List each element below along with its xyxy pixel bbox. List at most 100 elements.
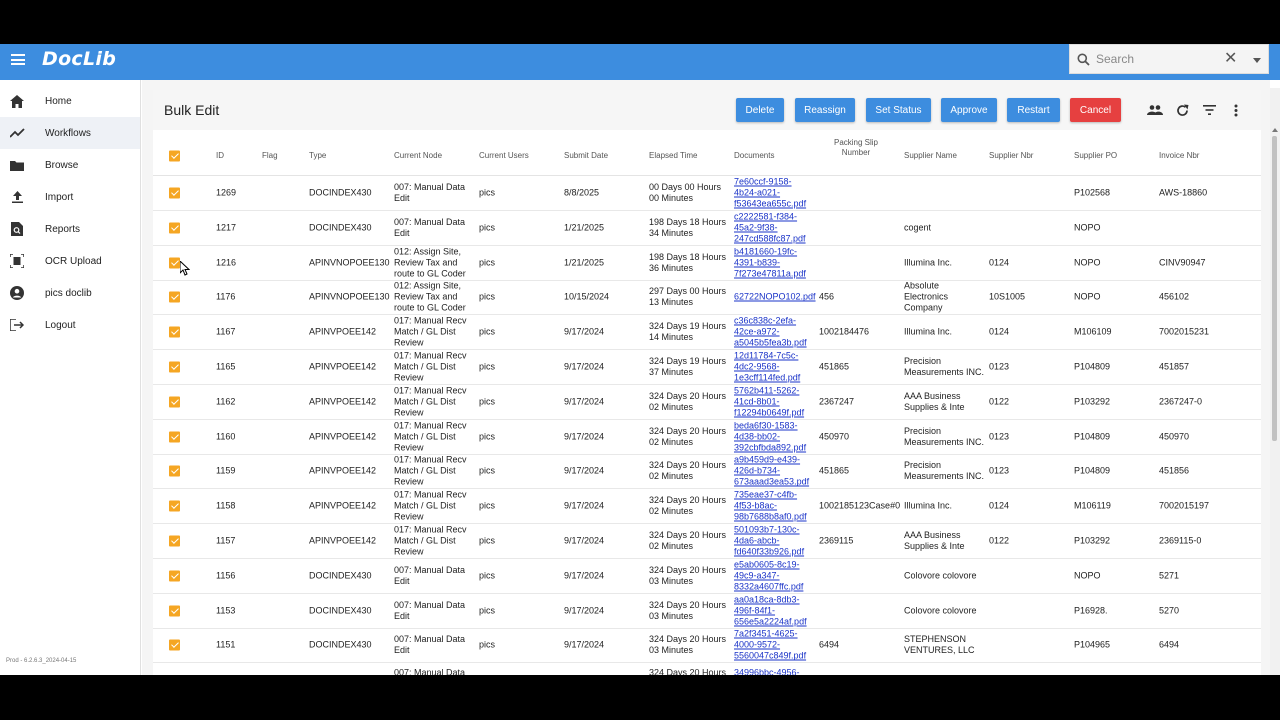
cell-line[interactable]: aa0a18ca-8db3- <box>734 594 807 605</box>
sidebar-item-logout[interactable]: Logout <box>0 309 140 341</box>
row-checkbox[interactable] <box>169 257 180 269</box>
row-checkbox[interactable] <box>169 570 180 582</box>
cell-doc[interactable]: 7a2f3451-4625- 4000-9572- 5560047c849f.pdf <box>734 629 806 662</box>
column-header[interactable]: Packing Slip Number <box>826 138 886 158</box>
cell-doc[interactable]: 12d11784-7c5c- 4dc2-9568- 1e3cff114fed.pdf <box>734 351 800 384</box>
document-link[interactable]: 501093b7-130c- 4da6-abcb-fd640f33b926.pdf <box>734 525 804 558</box>
cell-line[interactable]: 41cd-8b01- <box>734 396 804 407</box>
table-row[interactable]: 007: Manual Data 324 Days 20 Hours 34996bb… <box>153 663 1261 675</box>
document-link[interactable]: 7e60ccf-9158- 4b24-a021- f53643ea655c.pdf <box>734 177 806 210</box>
table-row[interactable]: 1157 APINVPOEE142 017: Manual Recv Match / … <box>153 524 1261 559</box>
row-checkbox[interactable] <box>169 605 180 617</box>
cancel-button[interactable]: Cancel <box>1070 98 1121 122</box>
refresh-icon[interactable] <box>1174 102 1190 118</box>
table-row[interactable]: 1269 DOCINDEX430 007: Manual Data Edit pics 8… <box>153 176 1261 211</box>
column-header[interactable]: Supplier Nbr <box>989 151 1033 160</box>
cell-line[interactable]: a9b459d9-e439- <box>734 455 809 466</box>
cell-line[interactable]: 45a2-9f38- <box>734 222 806 233</box>
sidebar-item-import[interactable]: Import <box>0 181 140 213</box>
document-link[interactable]: c36c838c-2efa- 42ce-a972- a5045b5fea3b.pdf <box>734 316 807 349</box>
cell-line[interactable]: f12294b0649f.pdf <box>734 407 804 418</box>
cell-line[interactable]: 392cbfbda892.pdf <box>734 442 806 453</box>
row-checkbox[interactable] <box>169 291 180 303</box>
row-checkbox[interactable] <box>169 396 180 408</box>
cell-line[interactable]: a5045b5fea3b.pdf <box>734 338 807 349</box>
search-box[interactable]: ✕ <box>1069 44 1269 74</box>
document-link[interactable]: beda6f30-1583- 4d38-bb02- 392cbfbda892.pdf <box>734 420 806 453</box>
document-link[interactable]: 12d11784-7c5c- 4dc2-9568- 1e3cff114fed.pdf <box>734 351 800 384</box>
column-header[interactable]: Documents <box>734 151 774 160</box>
select-all-checkbox[interactable] <box>169 150 180 162</box>
row-checkbox[interactable] <box>169 465 180 477</box>
sidebar-item-reports[interactable]: Reports <box>0 213 140 245</box>
cell-doc[interactable]: c2222581-f384- 45a2-9f38- 247cd588fc87.pdf <box>734 211 806 244</box>
cell-line[interactable]: 4391-b839- <box>734 257 806 268</box>
column-header[interactable]: Supplier Name <box>904 151 957 160</box>
cell-line[interactable]: 426d-b734- <box>734 466 809 477</box>
cell-doc[interactable]: c36c838c-2efa- 42ce-a972- a5045b5fea3b.pdf <box>734 316 807 349</box>
row-checkbox[interactable] <box>169 639 180 651</box>
search-dropdown-icon[interactable] <box>1253 58 1261 63</box>
column-header[interactable]: Submit Date <box>564 151 608 160</box>
cell-line[interactable]: 49c9-a347- <box>734 570 803 581</box>
cell-line[interactable]: c36c838c-2efa- <box>734 316 807 327</box>
set-status-button[interactable]: Set Status <box>866 98 931 122</box>
column-header[interactable]: Current Users <box>479 151 529 160</box>
sidebar-item-workflows[interactable]: Workflows <box>0 117 140 149</box>
cell-line[interactable]: beda6f30-1583- <box>734 420 806 431</box>
cell-line[interactable]: 5560047c849f.pdf <box>734 651 806 662</box>
column-header[interactable]: Elapsed Time <box>649 151 697 160</box>
delete-button[interactable]: Delete <box>736 98 784 122</box>
document-link[interactable]: 62722NOPO102.pdf <box>734 292 816 303</box>
sidebar-item-browse[interactable]: Browse <box>0 149 140 181</box>
cell-doc[interactable]: b4181660-19fc- 4391-b839- 7f273e47811a.pdf <box>734 246 806 279</box>
sidebar-item-account[interactable]: pics doclib <box>0 277 140 309</box>
table-row[interactable]: 1162 APINVPOEE142 017: Manual Recv Match / … <box>153 385 1261 420</box>
row-checkbox[interactable] <box>169 326 180 338</box>
cell-line[interactable]: c2222581-f384- <box>734 211 806 222</box>
column-header[interactable]: Invoice Nbr <box>1159 151 1199 160</box>
row-checkbox[interactable] <box>169 187 180 199</box>
document-link[interactable]: 34996bbc-4956- <box>734 667 800 675</box>
column-header[interactable]: Type <box>309 151 326 160</box>
cell-line[interactable]: 656e5a2224af.pdf <box>734 616 807 627</box>
row-checkbox[interactable] <box>169 361 180 373</box>
filter-icon[interactable] <box>1201 102 1217 118</box>
cell-doc[interactable]: aa0a18ca-8db3- 496f-84f1- 656e5a2224af.pdf <box>734 594 807 627</box>
cell-doc[interactable]: 34996bbc-4956- <box>734 667 800 675</box>
cell-line[interactable]: 4000-9572- <box>734 640 806 651</box>
cell-line[interactable]: e5ab0605-8c19- <box>734 559 803 570</box>
cell-line[interactable]: 62722NOPO102.pdf <box>734 292 816 303</box>
table-row[interactable]: 1216 APINVNOPOEE130 012: Assign Site, Revie… <box>153 246 1261 281</box>
document-link[interactable]: a9b459d9-e439- 426d-b734- 673aaad3ea53.pdf <box>734 455 809 488</box>
cell-line[interactable]: 8332a4607ffc.pdf <box>734 581 803 592</box>
approve-button[interactable]: Approve <box>941 98 997 122</box>
cell-line[interactable]: 4b24-a021- <box>734 188 806 199</box>
table-row[interactable]: 1160 APINVPOEE142 017: Manual Recv Match / … <box>153 420 1261 455</box>
cell-line[interactable]: 42ce-a972- <box>734 327 807 338</box>
cell-line[interactable]: b4181660-19fc- <box>734 246 806 257</box>
row-checkbox[interactable] <box>169 222 180 234</box>
cell-line[interactable]: 247cd588fc87.pdf <box>734 233 806 244</box>
cell-line[interactable]: 1e3cff114fed.pdf <box>734 373 800 384</box>
vertical-scrollbar[interactable] <box>1270 88 1280 675</box>
cell-doc[interactable]: 5762b411-5262- 41cd-8b01- f12294b0649f.pdf <box>734 385 804 418</box>
app-logo[interactable]: DocLib <box>42 48 116 70</box>
cell-line[interactable]: 501093b7-130c- <box>734 525 804 536</box>
cell-line[interactable]: 5762b411-5262- <box>734 385 804 396</box>
column-header[interactable]: Supplier PO <box>1074 151 1117 160</box>
table-row[interactable]: 1159 APINVPOEE142 017: Manual Recv Match / … <box>153 454 1261 490</box>
more-vert-icon[interactable] <box>1228 102 1244 118</box>
document-link[interactable]: c2222581-f384- 45a2-9f38- 247cd588fc87.pdf <box>734 211 806 244</box>
cell-line[interactable]: 12d11784-7c5c- <box>734 351 800 362</box>
cell-doc[interactable]: e5ab0605-8c19- 49c9-a347- 8332a4607ffc.pdf <box>734 559 803 592</box>
table-row[interactable]: 1165 APINVPOEE142 017: Manual Recv Match / … <box>153 350 1261 385</box>
document-link[interactable]: aa0a18ca-8db3- 496f-84f1- 656e5a2224af.pdf <box>734 594 807 627</box>
cell-line[interactable]: 7e60ccf-9158- <box>734 177 806 188</box>
cell-line[interactable]: 7f273e47811a.pdf <box>734 268 806 279</box>
table-row[interactable]: 1156 DOCINDEX430 007: Manual Data Edit pics 9… <box>153 559 1261 594</box>
document-link[interactable]: 5762b411-5262- 41cd-8b01- f12294b0649f.pdf <box>734 385 804 418</box>
cell-line[interactable]: 4f53-b8ac- <box>734 501 807 512</box>
scrollbar-thumb[interactable] <box>1272 136 1277 441</box>
table-row[interactable]: 1153 DOCINDEX430 007: Manual Data Edit pics 9… <box>153 594 1261 629</box>
